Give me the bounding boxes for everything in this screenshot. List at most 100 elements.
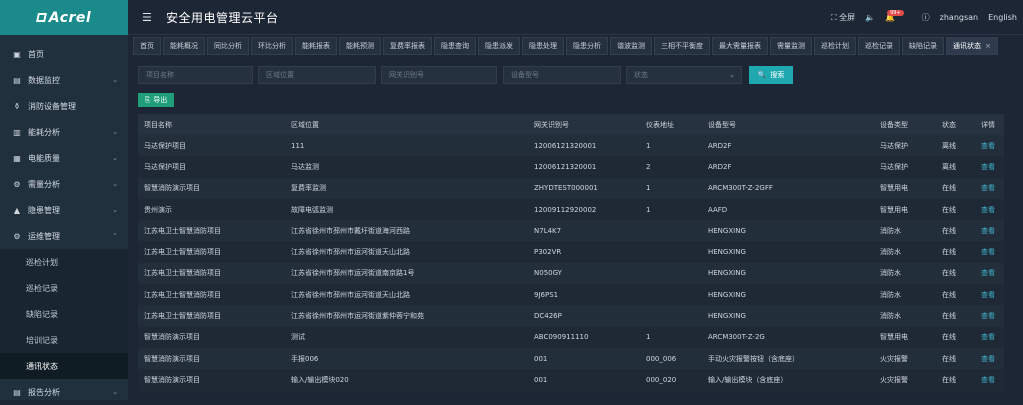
sidebar-subitem-2[interactable]: 缺陷记录 (0, 301, 128, 327)
view-link[interactable]: 查看 (975, 375, 1004, 385)
help-icon[interactable]: ⓘ (922, 12, 930, 23)
table-cell: 江苏电卫士智慧消防项目 (144, 290, 221, 299)
tab-6[interactable]: 复费率报表 (383, 37, 432, 55)
chevron-icon: ⌃ (112, 232, 118, 240)
tab-14[interactable]: 需量监测 (770, 37, 812, 55)
view-link[interactable]: 查看 (975, 268, 1004, 278)
sidebar-item-2[interactable]: ⚱ 消防设备管理 (0, 93, 128, 119)
logo-text: Acrel (48, 9, 92, 26)
sidebar-item-7[interactable]: ⚙ 运维管理 ⌃ (0, 223, 128, 249)
export-label: 导出 (153, 96, 168, 104)
sidebar-item-label: 能耗分析 (28, 127, 60, 137)
table-cell: 12006121320001 (534, 162, 597, 171)
view-link[interactable]: 查看 (975, 205, 1004, 215)
monitor-icon: ▣ (13, 49, 21, 59)
table-row: 智慧消防演示项目 手报006 001 000_006 手动火灾报警按钮（含底座） 火灾报警… (138, 347, 1004, 370)
tab-9[interactable]: 隐患处理 (522, 37, 564, 55)
view-link[interactable]: 查看 (975, 162, 1004, 172)
tab-0[interactable]: 首页 (133, 37, 161, 55)
tab-4[interactable]: 能耗报表 (295, 37, 337, 55)
tab-17[interactable]: 缺陷记录 (902, 37, 944, 55)
table-row: 江苏电卫士智慧消防项目 江苏省徐州市邳州市戴圩街道海河西路 N7L4K7 HENGXI… (138, 220, 1004, 242)
view-link[interactable]: 查看 (975, 311, 1004, 321)
language-switch[interactable]: English (988, 13, 1017, 22)
sidebar-item-report[interactable]: ▤ 报告分析 ⌄ (0, 379, 128, 405)
tab-3[interactable]: 环比分析 (251, 37, 293, 55)
table-header: 项目名称 区域位置 网关识别号 仪表地址 设备型号 设备类型 状态 详情 (138, 114, 1004, 135)
bell-button[interactable]: 🔔99+ (885, 9, 912, 22)
table-cell: 消防水 (880, 312, 901, 321)
table-cell: 001 (534, 354, 548, 363)
tab-13[interactable]: 最大需量报表 (712, 37, 768, 55)
table-cell: 智慧消防演示项目 (144, 333, 200, 342)
sidebar-subitem-3[interactable]: 培训记录 (0, 327, 128, 353)
sidebar-item-3[interactable]: ▥ 能耗分析 ⌄ (0, 119, 128, 145)
app-logo[interactable]: Acrel (0, 0, 128, 35)
table-cell: 复费率监测 (291, 184, 326, 193)
tab-7[interactable]: 隐患查询 (434, 37, 476, 55)
project-name-input[interactable]: 项目名称 (138, 66, 253, 84)
table-cell: 江苏电卫士智慧消防项目 (144, 269, 221, 278)
view-link[interactable]: 查看 (975, 226, 1004, 236)
gateway-input[interactable]: 网关识别号 (381, 66, 497, 84)
username[interactable]: zhangsan (940, 13, 978, 22)
fullscreen-button[interactable]: ⛶ 全屏 (831, 12, 855, 23)
sidebar-item-5[interactable]: ⚙ 需量分析 ⌄ (0, 171, 128, 197)
search-label: 搜索 (770, 71, 785, 79)
view-link[interactable]: 查看 (975, 354, 1004, 364)
search-button[interactable]: 🔍 搜索 (749, 66, 793, 84)
table-row: 马达保护项目 111 12006121320001 1 ARD2F 马达保护 离线 查看 (138, 135, 1004, 157)
table-cell: 马达保护 (880, 162, 908, 171)
sidebar-subitem-0[interactable]: 巡检计划 (0, 249, 128, 275)
view-link[interactable]: 查看 (975, 141, 1004, 151)
view-link[interactable]: 查看 (975, 290, 1004, 300)
chevron-icon: ⌄ (112, 180, 118, 188)
table-cell: 2 (646, 162, 651, 171)
export-button[interactable]: ⎘ 导出 (138, 93, 174, 107)
view-link[interactable]: 查看 (975, 247, 1004, 257)
table-cell: 在线 (942, 290, 956, 299)
tab-15[interactable]: 巡检计划 (814, 37, 856, 55)
tab-12[interactable]: 三相不平衡度 (654, 37, 710, 55)
device-model-input[interactable]: 设备型号 (503, 66, 621, 84)
hamburger-icon[interactable]: ☰ (142, 11, 152, 24)
tab-5[interactable]: 能耗预测 (339, 37, 381, 55)
tab-label: 三相不平衡度 (661, 42, 703, 50)
close-icon[interactable]: × (985, 42, 991, 50)
tab-label: 复费率报表 (390, 42, 425, 50)
table-cell: 在线 (942, 184, 956, 193)
table-row: 智慧消防演示项目 复费率监测 ZHYDTEST000001 1 ARCM300T-Z-2… (138, 177, 1004, 199)
table-cell: 在线 (942, 333, 956, 342)
sidebar-item-4[interactable]: ▦ 电能质量 ⌄ (0, 145, 128, 171)
sidebar-subitem-4[interactable]: 通讯状态 (0, 353, 128, 379)
sidebar-item-label: 首页 (28, 49, 44, 59)
tab-1[interactable]: 能耗概况 (163, 37, 205, 55)
view-link[interactable]: 查看 (975, 332, 1004, 342)
sidebar-item-0[interactable]: ▣ 首页 (0, 41, 128, 67)
sidebar-item-6[interactable]: ▲ 隐患管理 ⌄ (0, 197, 128, 223)
logo-icon (35, 13, 47, 22)
table-cell: 江苏省徐州市邳州市运河街道天山北路 (291, 248, 410, 257)
area-input[interactable]: 区域位置 (258, 66, 376, 84)
table-cell: 消防水 (880, 290, 901, 299)
table-cell: 马达保护 (880, 141, 908, 150)
sidebar-subitem-1[interactable]: 巡检记录 (0, 275, 128, 301)
table-row: 江苏电卫士智慧消防项目 江苏省徐州市邳州市运河街道天山北路 P302VR HENGXI… (138, 241, 1004, 263)
tab-label: 首页 (140, 42, 154, 50)
tab-2[interactable]: 同比分析 (207, 37, 249, 55)
tab-18[interactable]: 通讯状态 × (946, 37, 998, 55)
tab-10[interactable]: 隐患分析 (566, 37, 608, 55)
table-cell: 火灾报警 (880, 375, 908, 384)
tab-11[interactable]: 谐波监测 (610, 37, 652, 55)
table-cell: 马达监测 (291, 162, 319, 171)
sidebar-item-1[interactable]: ▤ 数据监控 ⌄ (0, 67, 128, 93)
tab-16[interactable]: 巡检记录 (858, 37, 900, 55)
table-cell: HENGXING (708, 312, 746, 321)
table-cell: 在线 (942, 354, 956, 363)
mute-icon[interactable]: 🔈 (865, 13, 875, 22)
view-link[interactable]: 查看 (975, 183, 1004, 193)
table-cell: 消防水 (880, 269, 901, 278)
tab-8[interactable]: 隐患派发 (478, 37, 520, 55)
sidebar-item-label: 数据监控 (28, 75, 60, 85)
status-select[interactable]: 状态 ⌄ (626, 66, 742, 84)
